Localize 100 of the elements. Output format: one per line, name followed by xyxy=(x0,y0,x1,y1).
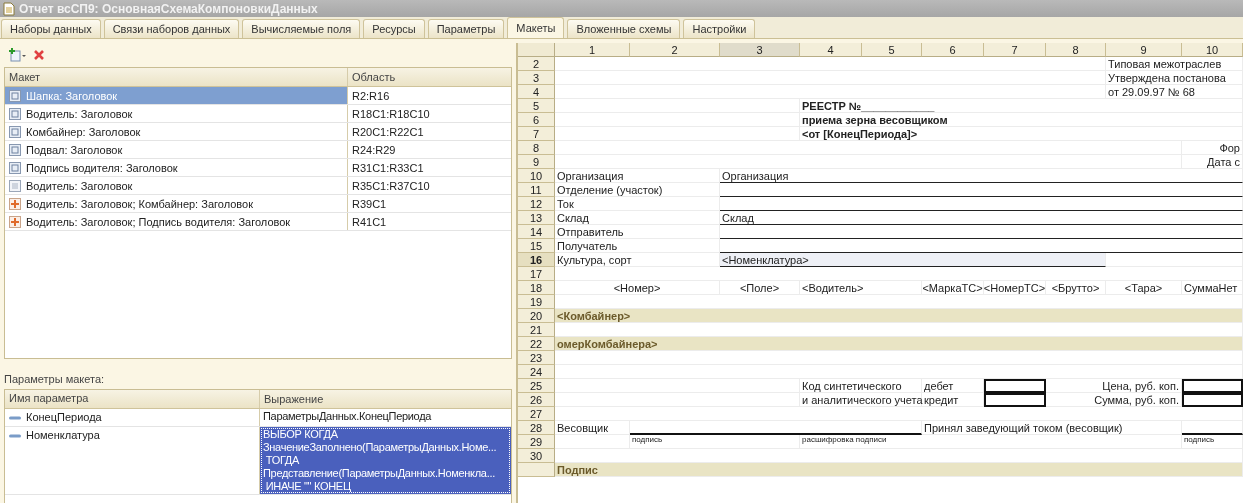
range-cell-text: R24:R29 xyxy=(351,142,397,158)
expression-cell[interactable]: ПараметрыДанных.КонецПериода xyxy=(260,409,511,426)
layout-name: Водитель: Заголовок xyxy=(26,179,133,192)
row-header[interactable]: 9 xyxy=(518,155,555,169)
row-header[interactable]: 8 xyxy=(518,141,555,155)
column-header[interactable]: Имя параметра xyxy=(5,390,260,408)
column-header[interactable]: Макет xyxy=(5,68,348,86)
sheet-cell: расшифровка подписи xyxy=(800,435,1182,449)
tab[interactable]: Наборы данных xyxy=(1,19,101,38)
row-header[interactable]: 23 xyxy=(518,351,555,365)
sheet-cell: РЕЕСТР №____________ xyxy=(800,99,1243,113)
sheet-cell: Типовая межотраслев xyxy=(1106,57,1243,71)
column-header[interactable]: Выражение xyxy=(260,390,511,408)
expression-line: ПараметрыДанных.КонецПериода xyxy=(263,410,432,423)
row-header[interactable]: 24 xyxy=(518,365,555,379)
tab[interactable]: Вычисляемые поля xyxy=(242,19,361,38)
bordered-field xyxy=(1182,379,1243,393)
sheet-cell: Сумма, руб. коп. xyxy=(1046,393,1182,407)
expression-cell[interactable]: ВЫБОР КОГДА ЗначениеЗаполнено(ПараметрыДанных.Номе... ТОГДА Представление(ПараметрыДанных.Номенкла... ИНАЧЕ "" КОНЕЦ xyxy=(260,427,511,494)
row-header[interactable]: 13 xyxy=(518,211,555,225)
sheet-cell: Склад xyxy=(720,211,1243,225)
sheet-cell: <Номер> xyxy=(555,281,720,295)
sheet-cell: Склад xyxy=(555,211,720,225)
row-header[interactable]: 27 xyxy=(518,407,555,421)
sheet-cell: Культура, сорт xyxy=(555,253,720,267)
document-icon xyxy=(3,1,15,16)
layout-name: Водитель: Заголовок; Подпись водителя: Заголовок xyxy=(26,215,291,228)
expression-line: ЗначениеЗаполнено(ПараметрыДанных.Номе... xyxy=(263,441,497,454)
tab[interactable]: Ресурсы xyxy=(363,19,425,38)
select-all-corner[interactable] xyxy=(518,43,555,57)
row-header[interactable]: 12 xyxy=(518,197,555,211)
bordered-field xyxy=(984,393,1046,407)
sheet-cell: кредит xyxy=(922,393,984,407)
sheet-cell: Код синтетического xyxy=(800,379,922,393)
delete-icon[interactable] xyxy=(33,49,45,61)
row-header[interactable]: 4 xyxy=(518,85,555,99)
fill-in-line xyxy=(1182,421,1243,435)
row-header[interactable]: 26 xyxy=(518,393,555,407)
layout-name-cell[interactable]: Подпись водителя: Заголовок xyxy=(5,159,348,176)
row-header[interactable]: 11 xyxy=(518,183,555,197)
template-area-icon xyxy=(9,125,21,138)
range-cell-text: R41C1 xyxy=(351,214,388,230)
row-header[interactable]: 19 xyxy=(518,295,555,309)
row-header[interactable]: 2 xyxy=(518,57,555,71)
layout-name-cell[interactable]: Водитель: Заголовок; Комбайнер: Заголовок xyxy=(5,195,348,212)
plus-icon xyxy=(9,215,21,228)
tab[interactable]: Связи наборов данных xyxy=(103,19,240,38)
row-header[interactable]: 5 xyxy=(518,99,555,113)
sheet-cell: <от [КонецПериода]> xyxy=(800,127,1243,141)
bordered-field xyxy=(984,379,1046,393)
layout-name: Водитель: Заголовок xyxy=(26,107,133,120)
column-header[interactable]: 9 xyxy=(1106,43,1182,57)
layout-name-cell[interactable]: Водитель: Заголовок xyxy=(5,177,348,194)
tab[interactable]: Макеты xyxy=(507,17,565,38)
sheet-cell: приема зерна весовщиком xyxy=(800,113,1243,127)
row-header[interactable]: 28 xyxy=(518,421,555,435)
column-header[interactable]: 8 xyxy=(1046,43,1106,57)
window-title: Отчет всСП9: ОсновнаяСхемаКомпоновкиДанных xyxy=(19,1,318,16)
row-header[interactable] xyxy=(518,463,555,477)
sheet-cell: <НомерТС> xyxy=(984,281,1046,295)
column-header[interactable]: 4 xyxy=(800,43,862,57)
sheet-cell: Отделение (участок) xyxy=(555,183,720,197)
column-header[interactable]: 3 xyxy=(720,43,800,57)
row-header[interactable]: 17 xyxy=(518,267,555,281)
sheet-cell: Получатель xyxy=(555,239,720,253)
row-header[interactable]: 3 xyxy=(518,71,555,85)
row-header[interactable]: 20 xyxy=(518,309,555,323)
column-header[interactable]: 7 xyxy=(984,43,1046,57)
tab[interactable]: Вложенные схемы xyxy=(567,19,681,38)
column-header[interactable]: Область xyxy=(348,68,511,86)
layout-name-cell[interactable]: Водитель: Заголовок xyxy=(5,105,348,122)
sheet-cell: <Поле> xyxy=(720,281,800,295)
row-header[interactable]: 30 xyxy=(518,449,555,463)
row-header[interactable]: 6 xyxy=(518,113,555,127)
row-header[interactable]: 14 xyxy=(518,225,555,239)
row-header[interactable]: 29 xyxy=(518,435,555,449)
row-header[interactable]: 25 xyxy=(518,379,555,393)
sheet-cell: Дата с xyxy=(1182,155,1243,169)
row-header[interactable]: 22 xyxy=(518,337,555,351)
row-header[interactable]: 10 xyxy=(518,169,555,183)
row-header[interactable]: 7 xyxy=(518,127,555,141)
column-header[interactable]: 5 xyxy=(862,43,922,57)
layout-name-cell[interactable]: Подвал: Заголовок xyxy=(5,141,348,158)
row-header[interactable]: 15 xyxy=(518,239,555,253)
row-header[interactable]: 16 xyxy=(518,253,555,267)
layout-name-cell[interactable]: Водитель: Заголовок; Подпись водителя: Заголовок xyxy=(5,213,348,230)
tab[interactable]: Параметры xyxy=(427,19,505,38)
template-area-icon xyxy=(9,143,21,156)
column-header[interactable]: 2 xyxy=(630,43,720,57)
column-header[interactable]: 1 xyxy=(555,43,630,57)
range-cell-text: R18C1:R18C10 xyxy=(351,106,431,122)
group-area-cell: Подпис xyxy=(555,463,1243,477)
column-header[interactable]: 6 xyxy=(922,43,984,57)
column-header[interactable]: 10 xyxy=(1182,43,1243,57)
layout-name-cell[interactable]: Комбайнер: Заголовок xyxy=(5,123,348,140)
range-cell-text: R2:R16 xyxy=(351,88,391,104)
row-header[interactable]: 18 xyxy=(518,281,555,295)
tab[interactable]: Настройки xyxy=(683,19,756,38)
row-header[interactable]: 21 xyxy=(518,323,555,337)
add-icon[interactable] xyxy=(7,48,27,62)
